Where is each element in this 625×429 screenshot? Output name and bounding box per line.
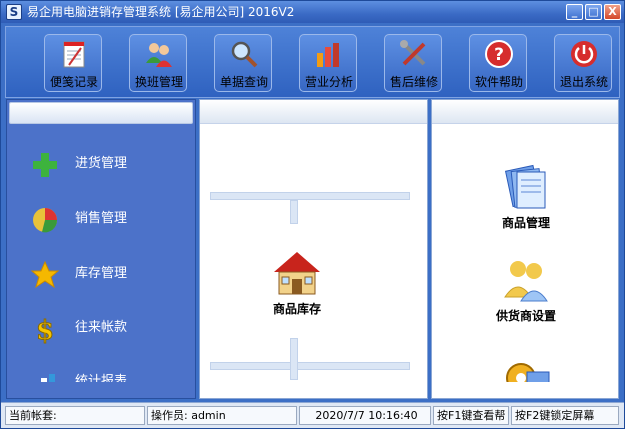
status-hint-f2: 按F2键锁定屏幕 (511, 406, 619, 425)
main-window: S 易企用电脑进销存管理系统 [易企用公司] 2016V2 _ □ X 便笺记录… (0, 0, 625, 429)
notes-button-label: 便笺记录 (49, 75, 98, 89)
supplier-icon (504, 261, 548, 302)
shift-management-button[interactable]: 换班管理 (129, 34, 187, 92)
center-panel: 商品库存 (199, 99, 428, 399)
gear-icon (506, 363, 550, 382)
dollar-icon: $ (35, 316, 54, 345)
shift-management-label: 换班管理 (134, 75, 183, 89)
connector-top-horizontal (210, 192, 410, 200)
right-panel: 商品管理 供货商设置 (431, 99, 619, 399)
connector-bottom-horizontal (210, 362, 410, 370)
minimize-button[interactable]: _ (566, 4, 583, 20)
sidebar-item-label: 统计报表 (75, 374, 128, 382)
sidebar-header (9, 102, 193, 124)
power-icon (571, 41, 597, 67)
status-account: 当前帐套: (5, 406, 145, 425)
help-icon: ? (485, 40, 513, 68)
after-sales-label: 售后维修 (389, 75, 438, 89)
help-button[interactable]: ? 软件帮助 (469, 34, 527, 92)
magnifier-icon (231, 41, 258, 68)
product-management-label: 商品管理 (501, 216, 550, 230)
status-operator: 操作员: admin (147, 406, 297, 425)
maximize-button[interactable]: □ (585, 4, 602, 20)
report-chart-icon (41, 374, 55, 382)
pie-chart-icon (33, 208, 58, 233)
connector-bottom-vertical (290, 338, 298, 380)
sidebar-item-label: 往来帐款 (75, 320, 128, 335)
business-analysis-button[interactable]: 营业分析 (299, 34, 357, 92)
tools-icon (400, 40, 426, 66)
star-icon (30, 260, 60, 289)
settings-item[interactable] (481, 352, 571, 382)
business-analysis-label: 营业分析 (304, 75, 353, 89)
bar-chart-icon (317, 43, 339, 67)
sidebar-item-label: 销售管理 (75, 211, 128, 226)
green-plus-icon (33, 153, 57, 177)
document-query-button[interactable]: 单据查询 (214, 34, 272, 92)
documents-icon (504, 164, 546, 209)
toolbar: 便笺记录 换班管理 单据查询 营业分析 售后维修 ? 软件帮助 退出系统 (5, 26, 620, 98)
sidebar-list: 进货管理 销售管理 库存管理 $ 往来帐款 统计报表 (7, 126, 195, 382)
sidebar-item-purchase[interactable]: 进货管理 (7, 144, 195, 184)
sidebar-item-reports[interactable]: 统计报表 (7, 362, 195, 382)
svg-text:?: ? (494, 45, 504, 65)
sidebar-item-sales[interactable]: 销售管理 (7, 199, 195, 239)
supplier-settings-label: 供货商设置 (495, 309, 556, 323)
notepad-icon (63, 41, 85, 68)
sidebar-item-label: 库存管理 (75, 266, 128, 281)
product-management-item[interactable]: 商品管理 (481, 162, 571, 231)
notes-button[interactable]: 便笺记录 (44, 34, 102, 92)
connector-top-vertical (290, 200, 298, 224)
app-logo-icon: S (6, 4, 22, 20)
sidebar-item-label: 进货管理 (75, 156, 128, 171)
product-stock-label: 商品库存 (272, 302, 321, 316)
status-hint-f1: 按F1键查看帮 (433, 406, 509, 425)
help-label: 软件帮助 (474, 75, 523, 89)
sidebar-item-inventory[interactable]: 库存管理 (7, 254, 195, 294)
status-bar: 当前帐套: 操作员: admin 2020/7/7 10:16:40 按F1键查… (1, 402, 624, 428)
window-title: 易企用电脑进销存管理系统 [易企用公司] 2016V2 (27, 5, 295, 19)
status-datetime: 2020/7/7 10:16:40 (299, 406, 431, 425)
exit-label: 退出系统 (559, 75, 608, 89)
svg-text:$: $ (36, 316, 54, 344)
exit-button[interactable]: 退出系统 (554, 34, 612, 92)
center-panel-header (200, 100, 427, 124)
sidebar-item-accounts[interactable]: $ 往来帐款 (7, 308, 195, 348)
right-panel-header (432, 100, 618, 124)
users-icon (146, 43, 172, 67)
house-icon (274, 252, 320, 295)
product-stock-item[interactable]: 商品库存 (252, 248, 342, 317)
after-sales-button[interactable]: 售后维修 (384, 34, 442, 92)
close-button[interactable]: X (604, 4, 621, 20)
document-query-label: 单据查询 (219, 75, 268, 89)
sidebar: 进货管理 销售管理 库存管理 $ 往来帐款 统计报表 (6, 99, 196, 399)
title-bar[interactable]: S 易企用电脑进销存管理系统 [易企用公司] 2016V2 _ □ X (1, 1, 624, 23)
supplier-settings-item[interactable]: 供货商设置 (481, 255, 571, 324)
